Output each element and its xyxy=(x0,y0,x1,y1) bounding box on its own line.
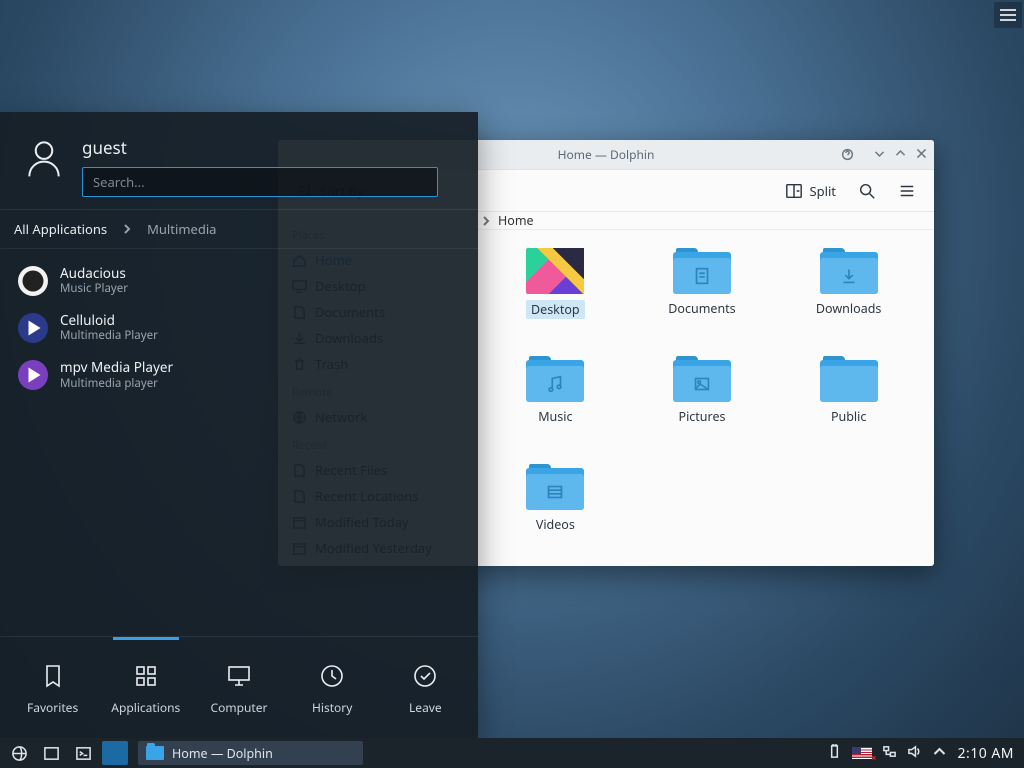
desktop-thumbnail-icon xyxy=(526,248,584,294)
crumb-root[interactable]: All Applications xyxy=(14,220,107,238)
tab-leave[interactable]: Leave xyxy=(382,653,468,716)
app-list: AudaciousMusic Player CelluloidMultimedi… xyxy=(0,249,478,636)
window-title: Home — Dolphin xyxy=(558,146,655,163)
split-label: Split xyxy=(809,182,836,200)
taskbar: Home — Dolphin 2:10 AM xyxy=(0,738,1024,768)
search-box[interactable] xyxy=(82,167,438,197)
celluloid-icon xyxy=(18,313,48,343)
tray-usb-icon[interactable] xyxy=(827,744,842,763)
search-icon xyxy=(858,182,876,200)
breadcrumb-item: Home xyxy=(498,212,534,229)
keyboard-layout-indicator[interactable] xyxy=(852,747,872,759)
system-tray: 2:10 AM xyxy=(827,744,1024,763)
app-item-celluloid[interactable]: CelluloidMultimedia Player xyxy=(8,304,470,351)
breadcrumb[interactable]: Home xyxy=(470,212,934,230)
taskbar-task-dolphin[interactable]: Home — Dolphin xyxy=(138,741,363,765)
search-button[interactable] xyxy=(852,177,882,205)
clock[interactable]: 2:10 AM xyxy=(957,744,1014,763)
folder-music[interactable]: Music xyxy=(484,356,627,456)
launcher-tabs: Favorites Applications Computer History … xyxy=(0,636,478,738)
tab-computer[interactable]: Computer xyxy=(196,653,282,716)
show-desktop-button[interactable] xyxy=(38,741,64,765)
app-launcher-button[interactable] xyxy=(6,741,32,765)
split-icon xyxy=(785,182,803,200)
window-maximize-button[interactable] xyxy=(894,147,907,164)
split-button[interactable]: Split xyxy=(779,177,842,205)
folder-pictures[interactable]: Pictures xyxy=(631,356,774,456)
window-close-button[interactable] xyxy=(915,147,928,164)
grid-icon xyxy=(133,663,159,689)
hamburger-icon xyxy=(1000,7,1016,23)
tray-volume-icon[interactable] xyxy=(907,744,922,763)
folder-icon xyxy=(146,746,164,760)
leave-icon xyxy=(412,663,438,689)
tab-history[interactable]: History xyxy=(289,653,375,716)
user-avatar[interactable] xyxy=(22,136,66,185)
category-breadcrumb: All Applications Multimedia xyxy=(0,209,478,249)
crumb-leaf[interactable]: Multimedia xyxy=(147,220,216,238)
folder-downloads[interactable]: Downloads xyxy=(777,248,920,348)
tray-network-icon[interactable] xyxy=(882,744,897,763)
video-glyph-icon xyxy=(544,481,566,503)
application-launcher: guest All Applications Multimedia Audaci… xyxy=(0,112,478,738)
tab-favorites[interactable]: Favorites xyxy=(10,653,96,716)
window-minimize-button[interactable] xyxy=(873,147,886,164)
username: guest xyxy=(82,136,456,159)
tray-expand-arrow[interactable] xyxy=(932,744,947,763)
hamburger-menu-button[interactable] xyxy=(892,177,922,205)
picture-glyph-icon xyxy=(691,373,713,395)
music-glyph-icon xyxy=(544,373,566,395)
tab-applications[interactable]: Applications xyxy=(103,653,189,716)
audacious-icon xyxy=(18,266,48,296)
person-icon xyxy=(22,136,66,180)
dolphin-main: Home Desktop Documents Downloads Music P… xyxy=(470,212,934,566)
app-item-mpv[interactable]: mpv Media PlayerMultimedia player xyxy=(8,351,470,398)
window-help-button[interactable] xyxy=(841,148,854,165)
search-input[interactable] xyxy=(93,173,427,191)
terminal-button[interactable] xyxy=(70,741,96,765)
app-item-audacious[interactable]: AudaciousMusic Player xyxy=(8,257,470,304)
folder-documents[interactable]: Documents xyxy=(631,248,774,348)
chevron-right-icon xyxy=(121,223,133,235)
folder-public[interactable]: Public xyxy=(777,356,920,456)
folder-desktop[interactable]: Desktop xyxy=(484,248,627,348)
history-icon xyxy=(319,663,345,689)
hamburger-icon xyxy=(898,182,916,200)
file-manager-button[interactable] xyxy=(102,741,128,765)
desktop-menu-button[interactable] xyxy=(994,2,1022,28)
folder-videos[interactable]: Videos xyxy=(484,464,627,564)
monitor-icon xyxy=(226,663,252,689)
desktop-rect-icon xyxy=(43,745,60,762)
task-title: Home — Dolphin xyxy=(172,745,273,762)
bookmark-icon xyxy=(40,663,66,689)
mpv-icon xyxy=(18,360,48,390)
chevron-right-icon xyxy=(480,215,492,227)
document-glyph-icon xyxy=(691,265,713,287)
launcher-icon xyxy=(11,745,28,762)
download-glyph-icon xyxy=(838,265,860,287)
terminal-icon xyxy=(75,745,92,762)
